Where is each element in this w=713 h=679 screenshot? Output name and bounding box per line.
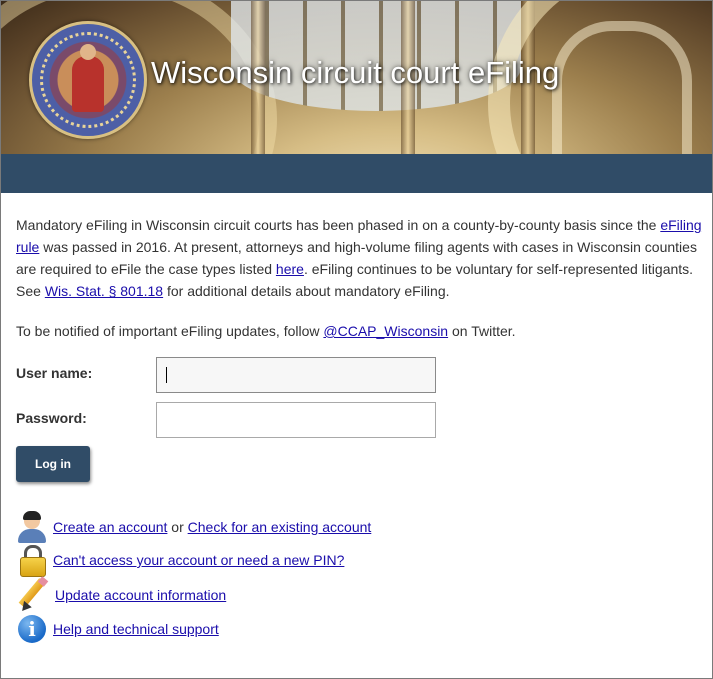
info-icon-glyph: i: [28, 617, 36, 641]
twitter-text-2: on Twitter.: [448, 323, 516, 339]
twitter-paragraph: To be notified of important eFiling upda…: [16, 320, 702, 342]
pencil-icon: [16, 576, 49, 615]
lock-icon: [16, 544, 48, 577]
login-form: User name: Password: Log in: [16, 357, 702, 487]
update-account-text: Update account information: [55, 584, 226, 606]
cant-access-row: Can't access your account or need a new …: [16, 544, 344, 577]
update-account-row: Update account information: [16, 576, 226, 615]
text-cursor: [166, 367, 167, 383]
cant-access-text: Can't access your account or need a new …: [53, 549, 344, 571]
password-label: Password:: [16, 410, 87, 426]
case-types-link[interactable]: here: [276, 261, 304, 277]
cant-access-link[interactable]: Can't access your account or need a new …: [53, 552, 344, 568]
header-bar: [1, 154, 712, 193]
twitter-text-1: To be notified of important eFiling upda…: [16, 323, 324, 339]
banner-arch-right-inner: [552, 21, 692, 154]
twitter-link[interactable]: @CCAP_Wisconsin: [323, 323, 448, 339]
intro-text-4: for additional details about mandatory e…: [163, 283, 450, 299]
help-text: Help and technical support: [53, 618, 219, 640]
create-account-text: Create an account or Check for an existi…: [53, 516, 371, 538]
user-icon: [16, 511, 48, 543]
page-frame: Wisconsin circuit court eFiling Mandator…: [0, 0, 713, 679]
header-banner: Wisconsin circuit court eFiling: [1, 1, 712, 154]
update-account-link[interactable]: Update account information: [55, 587, 226, 603]
seal-figure-head: [80, 44, 96, 60]
or-text: or: [167, 519, 188, 535]
intro-text-1: Mandatory eFiling in Wisconsin circuit c…: [16, 217, 661, 233]
user-icon-hair: [23, 511, 41, 520]
create-account-link[interactable]: Create an account: [53, 519, 167, 535]
user-icon-body: [18, 529, 46, 543]
username-input[interactable]: [156, 357, 436, 393]
help-link[interactable]: Help and technical support: [53, 621, 219, 637]
help-row: i Help and technical support: [16, 613, 219, 645]
info-icon: i: [18, 615, 46, 643]
page-title: Wisconsin circuit court eFiling: [151, 55, 560, 90]
court-seal-logo: [29, 21, 147, 139]
create-account-row: Create an account or Check for an existi…: [16, 511, 371, 543]
password-input[interactable]: [156, 402, 436, 438]
main-content: Mandatory eFiling in Wisconsin circuit c…: [1, 193, 712, 643]
username-label: User name:: [16, 365, 93, 381]
intro-paragraph: Mandatory eFiling in Wisconsin circuit c…: [16, 214, 706, 302]
login-button[interactable]: Log in: [16, 446, 90, 482]
statute-link[interactable]: Wis. Stat. § 801.18: [45, 283, 163, 299]
seal-figure: [72, 56, 104, 112]
lock-icon-body: [20, 557, 46, 577]
check-account-link[interactable]: Check for an existing account: [188, 519, 372, 535]
